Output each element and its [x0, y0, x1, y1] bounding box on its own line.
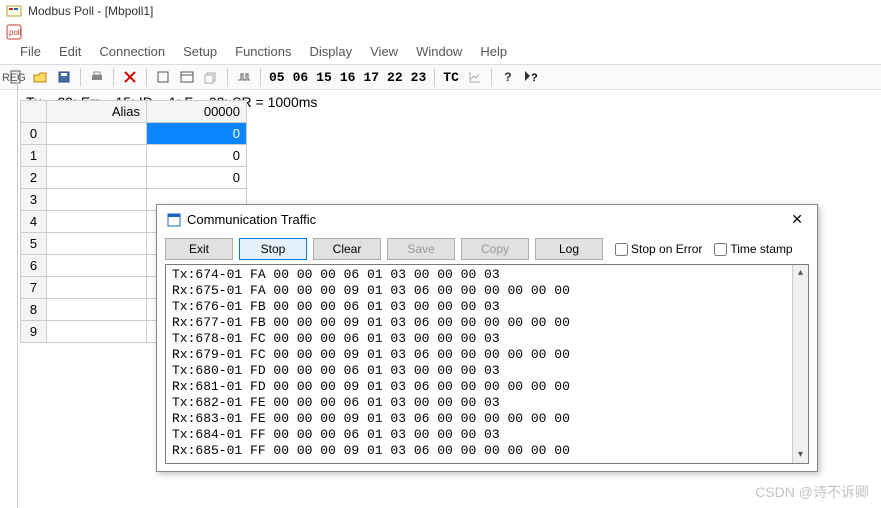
row-header[interactable]: 5	[21, 233, 47, 255]
menu-file[interactable]: File	[20, 44, 41, 62]
scrollbar[interactable]: ▴ ▾	[792, 265, 808, 463]
copy-button[interactable]: Copy	[461, 238, 529, 260]
alias-cell[interactable]	[47, 189, 147, 211]
alias-cell[interactable]	[47, 145, 147, 167]
stop-on-error-check[interactable]: Stop on Error	[615, 242, 702, 256]
value-cell[interactable]: 0	[147, 167, 247, 189]
func-16[interactable]: 16	[336, 70, 360, 85]
table-row: 1 0	[21, 145, 247, 167]
separator	[491, 68, 492, 86]
comm-traffic-dialog: Communication Traffic ✕ Exit Stop Clear …	[156, 204, 818, 472]
delete-icon[interactable]	[119, 66, 141, 88]
menu-display[interactable]: Display	[310, 44, 353, 62]
stack-icon[interactable]	[200, 66, 222, 88]
row-header[interactable]: 2	[21, 167, 47, 189]
table-row: 0 0	[21, 123, 247, 145]
corner-cell	[21, 101, 47, 123]
stop-button[interactable]: Stop	[239, 238, 307, 260]
window-icon[interactable]	[152, 66, 174, 88]
log-button[interactable]: Log	[535, 238, 603, 260]
save-button[interactable]: Save	[387, 238, 455, 260]
menu-functions[interactable]: Functions	[235, 44, 291, 62]
left-margin: REG	[0, 72, 18, 508]
row-header[interactable]: 4	[21, 211, 47, 233]
traffic-log[interactable]: Tx:674-01 FA 00 00 00 06 01 03 00 00 00 …	[166, 265, 808, 461]
row-header[interactable]: 8	[21, 299, 47, 321]
toolbar: 05 06 15 16 17 22 23 TC ? ?	[0, 64, 881, 90]
func-17[interactable]: 17	[359, 70, 383, 85]
alias-cell[interactable]	[47, 123, 147, 145]
func-22[interactable]: 22	[383, 70, 407, 85]
alias-cell[interactable]	[47, 321, 147, 343]
row-header[interactable]: 6	[21, 255, 47, 277]
header-alias[interactable]: Alias	[47, 101, 147, 123]
separator	[260, 68, 261, 86]
mdi-child-icon: poll	[0, 22, 881, 42]
menu-help[interactable]: Help	[480, 44, 507, 62]
value-cell[interactable]: 0	[147, 123, 247, 145]
tc-button[interactable]: TC	[439, 70, 463, 85]
separator	[146, 68, 147, 86]
context-help-icon[interactable]: ?	[521, 66, 543, 88]
save-icon[interactable]	[53, 66, 75, 88]
print-icon[interactable]	[86, 66, 108, 88]
func-15[interactable]: 15	[312, 70, 336, 85]
close-icon[interactable]: ✕	[787, 211, 807, 228]
time-stamp-check[interactable]: Time stamp	[714, 242, 792, 256]
separator	[434, 68, 435, 86]
menu-edit[interactable]: Edit	[59, 44, 81, 62]
func-06[interactable]: 06	[289, 70, 313, 85]
separator	[227, 68, 228, 86]
table-row: 2 0	[21, 167, 247, 189]
row-header[interactable]: 0	[21, 123, 47, 145]
app-icon	[6, 3, 22, 19]
alias-cell[interactable]	[47, 167, 147, 189]
alias-cell[interactable]	[47, 233, 147, 255]
scroll-down-icon[interactable]: ▾	[793, 447, 808, 463]
separator	[80, 68, 81, 86]
row-header[interactable]: 7	[21, 277, 47, 299]
scroll-up-icon[interactable]: ▴	[793, 265, 808, 281]
alias-cell[interactable]	[47, 299, 147, 321]
dialog-title: Communication Traffic	[187, 212, 787, 227]
alias-cell[interactable]	[47, 255, 147, 277]
watermark: CSDN @诗不诉卿	[755, 482, 869, 502]
autofit-icon[interactable]	[176, 66, 198, 88]
menubar: File Edit Connection Setup Functions Dis…	[0, 42, 881, 64]
func-05[interactable]: 05	[265, 70, 289, 85]
value-cell[interactable]: 0	[147, 145, 247, 167]
alias-cell[interactable]	[47, 277, 147, 299]
menu-window[interactable]: Window	[416, 44, 462, 62]
help-icon[interactable]: ?	[497, 66, 519, 88]
open-icon[interactable]	[29, 66, 51, 88]
svg-text:?: ?	[531, 72, 538, 84]
func-23[interactable]: 23	[407, 70, 431, 85]
exit-button[interactable]: Exit	[165, 238, 233, 260]
row-header[interactable]: 3	[21, 189, 47, 211]
titlebar: Modbus Poll - [Mbpoll1]	[0, 0, 881, 22]
chart-icon[interactable]	[464, 66, 486, 88]
window-title: Modbus Poll - [Mbpoll1]	[28, 4, 153, 18]
menu-setup[interactable]: Setup	[183, 44, 217, 62]
menu-connection[interactable]: Connection	[99, 44, 165, 62]
row-header[interactable]: 9	[21, 321, 47, 343]
clear-button[interactable]: Clear	[313, 238, 381, 260]
svg-text:poll: poll	[9, 28, 22, 37]
separator	[113, 68, 114, 86]
header-00000[interactable]: 00000	[147, 101, 247, 123]
row-header[interactable]: 1	[21, 145, 47, 167]
menu-view[interactable]: View	[370, 44, 398, 62]
pulse-icon[interactable]	[233, 66, 255, 88]
dialog-icon	[167, 213, 181, 227]
alias-cell[interactable]	[47, 211, 147, 233]
